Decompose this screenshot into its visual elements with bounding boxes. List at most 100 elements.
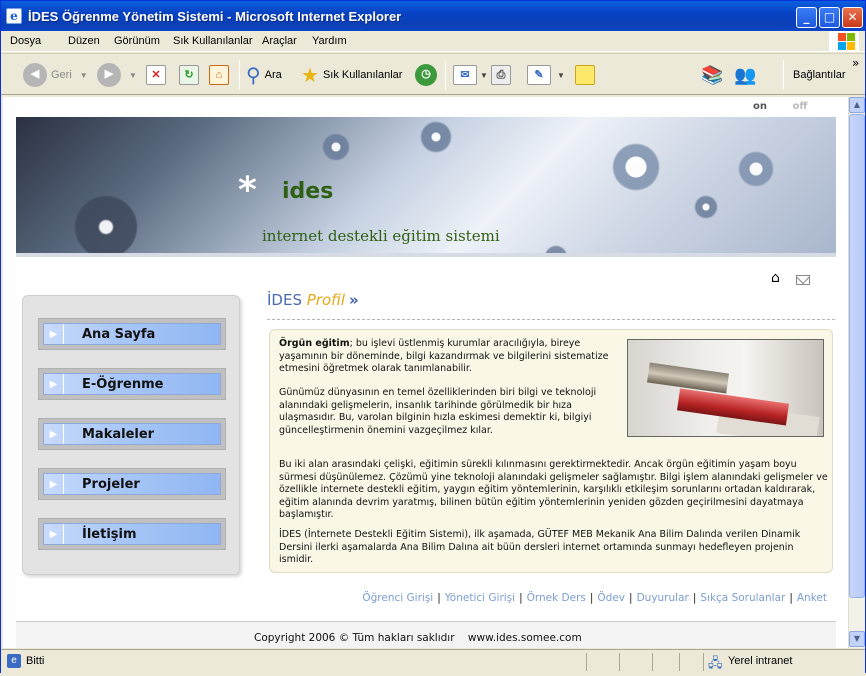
- links-label: Bağlantılar: [793, 69, 846, 81]
- nav-projeler[interactable]: ▶ Projeler: [38, 468, 226, 500]
- note-icon: [575, 65, 595, 85]
- menu-dosya[interactable]: Dosya: [10, 35, 41, 47]
- link-odev[interactable]: Ödev: [597, 592, 625, 604]
- ie-page-icon: e: [7, 654, 21, 668]
- double-chevron-icon: »: [349, 291, 359, 309]
- divider: [267, 319, 835, 320]
- paragraph-4: İDES (İnternete Destekli Eğitim Sistemi)…: [279, 529, 801, 565]
- link-duyurular[interactable]: Duyurular: [637, 592, 689, 604]
- nav-label: Makaleler: [82, 426, 155, 442]
- menu-bar: Dosya Düzen Görünüm Sık Kullanılanlar Ar…: [1, 31, 865, 52]
- header-banner: * ides internet destekli eğitim sistemi: [16, 117, 836, 257]
- vertical-scrollbar[interactable]: ▲ ▼: [848, 97, 865, 648]
- print-button[interactable]: ⎙: [491, 62, 511, 88]
- stop-button[interactable]: ✕: [146, 62, 166, 88]
- chevron-down-icon: ▼: [129, 70, 137, 80]
- search-icon: ⚲: [246, 64, 261, 87]
- home-icon[interactable]: ⌂: [771, 271, 785, 285]
- menu-gorunum[interactable]: Görünüm: [114, 35, 160, 47]
- brand-tagline: internet destekli eğitim sistemi: [262, 227, 500, 245]
- menu-duzen[interactable]: Düzen: [68, 35, 100, 47]
- scroll-thumb[interactable]: [849, 114, 865, 598]
- brand-name: ides: [282, 179, 334, 204]
- nav-e-ogrenme[interactable]: ▶ E-Öğrenme: [38, 368, 226, 400]
- chevron-down-icon: ▼: [557, 70, 565, 80]
- nav-label: Ana Sayfa: [82, 326, 156, 342]
- link-ornek-ders[interactable]: Örnek Ders: [527, 592, 586, 604]
- scroll-up-button[interactable]: ▲: [849, 97, 865, 113]
- menu-yardim[interactable]: Yardım: [312, 35, 347, 47]
- home-icon: ⌂: [209, 65, 229, 85]
- scroll-down-button[interactable]: ▼: [849, 631, 865, 647]
- nav-makaleler[interactable]: ▶ Makaleler: [38, 418, 226, 450]
- nav-label: İletişim: [82, 526, 137, 542]
- copyright-text: Copyright 2006 © Tüm hakları saklıdır ww…: [254, 632, 582, 644]
- close-button[interactable]: ✕: [842, 7, 863, 28]
- window-title: İDES Öğrenme Yönetim Sistemi - Microsoft…: [28, 9, 402, 24]
- menu-araclar[interactable]: Araçlar: [262, 35, 297, 47]
- heading-profil: Profil: [306, 291, 345, 309]
- stop-icon: ✕: [146, 65, 166, 85]
- page-viewport: on off * ides internet destekli eğitim s…: [3, 97, 848, 648]
- nav-iletisim[interactable]: ▶ İletişim: [38, 518, 226, 550]
- link-ogrenci-girisi[interactable]: Öğrenci Girişi: [362, 592, 433, 604]
- nav-ana-sayfa[interactable]: ▶ Ana Sayfa: [38, 318, 226, 350]
- chevron-down-icon: ▼: [79, 70, 88, 80]
- minimize-button[interactable]: _: [796, 7, 817, 28]
- messenger-icon: 👥: [734, 64, 757, 85]
- title-bar[interactable]: e İDES Öğrenme Yönetim Sistemi - Microso…: [1, 1, 865, 31]
- nav-label: Projeler: [82, 476, 140, 492]
- link-anket[interactable]: Anket: [797, 592, 827, 604]
- arrow-right-icon: ▶: [44, 324, 64, 344]
- menu-favorites[interactable]: Sık Kullanılanlar: [173, 35, 253, 47]
- refresh-button[interactable]: ↻: [179, 62, 199, 88]
- on-label[interactable]: on: [753, 101, 767, 112]
- status-text: Bitti: [26, 655, 45, 667]
- arrow-right-icon: ▶: [44, 374, 64, 394]
- favorites-button[interactable]: ★ Sık Kullanılanlar: [301, 62, 402, 88]
- research-icon: 📚: [701, 64, 724, 85]
- arrow-right-icon: ▶: [44, 474, 64, 494]
- off-label[interactable]: off: [792, 101, 807, 112]
- link-yonetici-girisi[interactable]: Yönetici Girişi: [445, 592, 515, 604]
- paragraph-2: Günümüz dünyasının en temel özelliklerin…: [279, 387, 597, 436]
- search-label: Ara: [264, 69, 282, 81]
- paragraph-3: Bu iki alan arasındaki çelişki, eğitimin…: [279, 459, 828, 520]
- mail-icon: ✉: [453, 65, 477, 85]
- note-button[interactable]: [575, 62, 595, 88]
- ie-icon: e: [6, 8, 22, 24]
- paragraph-1: Örgün eğitim; bu işlevi üstlenmiş kuruml…: [279, 338, 623, 376]
- footer-links: Öğrenci Girişi | Yönetici Girişi | Örnek Der…: [362, 592, 827, 604]
- content-panel: Örgün eğitim; bu işlevi üstlenmiş kuruml…: [269, 329, 833, 573]
- forward-button[interactable]: ▶ ▼: [97, 62, 137, 88]
- messenger-button[interactable]: 👥: [734, 62, 756, 88]
- browser-window: e İDES Öğrenme Yönetim Sistemi - Microso…: [0, 0, 866, 673]
- links-button[interactable]: Bağlantılar: [793, 62, 846, 88]
- refresh-icon: ↻: [179, 65, 199, 85]
- forward-icon: ▶: [97, 63, 121, 87]
- edit-button[interactable]: ✎ ▼: [527, 62, 565, 88]
- on-off-toggle[interactable]: on off: [753, 101, 807, 112]
- search-button[interactable]: ⚲ Ara: [246, 62, 282, 88]
- books-photo: [627, 339, 824, 437]
- back-button[interactable]: ◀ Geri ▼: [23, 62, 88, 88]
- home-button[interactable]: ⌂: [209, 62, 229, 88]
- arrow-right-icon: ▶: [44, 524, 64, 544]
- paragraph-1-bold: Örgün eğitim: [279, 338, 350, 349]
- research-button[interactable]: 📚: [701, 62, 723, 88]
- toolbar-overflow-button[interactable]: »: [852, 56, 859, 70]
- favorites-icon: ★: [301, 64, 319, 87]
- link-sikca-sorulanlar[interactable]: Sıkça Sorulanlar: [700, 592, 785, 604]
- favorites-label: Sık Kullanılanlar: [322, 69, 403, 81]
- sidebar-nav: ▶ Ana Sayfa ▶ E-Öğrenme ▶ Makaleler ▶ Projel…: [22, 295, 240, 575]
- heading-ides: İDES: [267, 291, 307, 309]
- copyright-bar: Copyright 2006 © Tüm hakları saklıdır ww…: [16, 621, 836, 648]
- banner-star: *: [238, 170, 257, 211]
- history-button[interactable]: ◷: [415, 62, 437, 88]
- windows-logo-icon: [829, 31, 859, 51]
- section-heading: İDES Profil»: [267, 291, 359, 309]
- mail-button[interactable]: ✉ ▼: [453, 62, 488, 88]
- mail-icon[interactable]: [796, 275, 810, 285]
- status-bar: e Bitti 🖧 Yerel intranet: [1, 649, 865, 673]
- maximize-button[interactable]: □: [819, 7, 840, 28]
